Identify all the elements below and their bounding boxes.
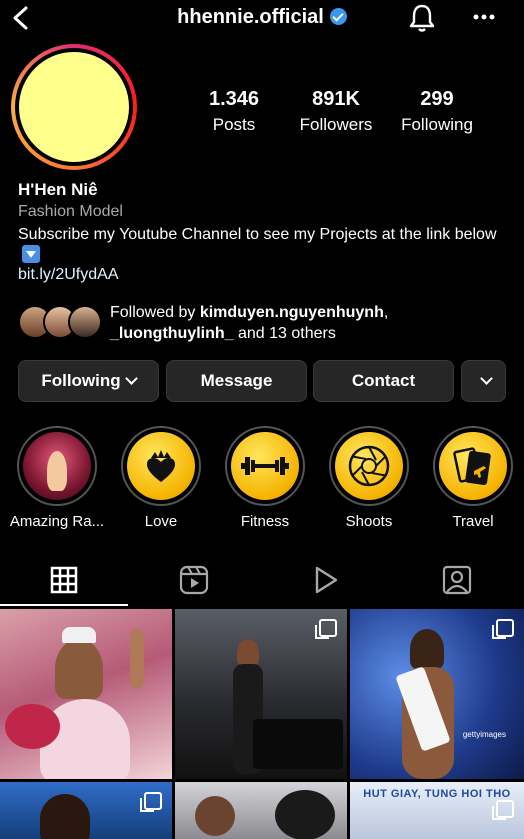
- more-options-icon[interactable]: [470, 6, 498, 28]
- message-button[interactable]: Message: [166, 360, 307, 402]
- highlight-cover: [127, 432, 195, 500]
- chevron-down-icon: [480, 372, 493, 385]
- highlight-label: Fitness: [240, 513, 290, 530]
- post-thumbnail[interactable]: gettyimages: [350, 609, 524, 779]
- suggested-accounts-button[interactable]: [461, 360, 506, 402]
- followers-label: Followers: [299, 115, 373, 134]
- highlight-cover: [439, 432, 507, 500]
- profile-bio: Subscribe my Youtube Channel to see my P…: [18, 224, 508, 266]
- passport-icon: [453, 447, 491, 485]
- crown-heart-icon: [147, 450, 175, 482]
- multiple-photos-icon: [492, 619, 514, 639]
- followed-by-prefix: Followed by: [110, 304, 200, 321]
- highlight-travel[interactable]: [433, 426, 513, 506]
- profile-category: Fashion Model: [18, 203, 123, 220]
- posts-count: 1.346: [208, 88, 260, 110]
- getty-watermark: gettyimages: [462, 730, 506, 739]
- follower-avatar: [68, 305, 102, 339]
- highlight-label: Amazing Ra...: [9, 513, 105, 530]
- posts-label: Posts: [212, 115, 256, 134]
- post-thumbnail[interactable]: [0, 609, 172, 779]
- highlight-label: Love: [144, 513, 178, 530]
- multiple-photos-icon: [140, 792, 162, 812]
- stat-posts[interactable]: 1.346 Posts: [179, 88, 289, 135]
- following-label: Following: [401, 115, 473, 134]
- dumbbell-icon: [241, 457, 289, 475]
- down-arrow-emoji-icon: [22, 245, 40, 263]
- aperture-icon: [348, 445, 390, 487]
- bio-link[interactable]: bit.ly/2UfydAA: [18, 266, 118, 284]
- message-button-label: Message: [200, 371, 273, 390]
- post-banner-text: HUT GIAY, TUNG HOI THO: [363, 788, 511, 800]
- highlight-label: Shoots: [345, 513, 393, 530]
- post-thumbnail[interactable]: [175, 609, 347, 779]
- following-count: 299: [420, 88, 454, 110]
- video-play-icon[interactable]: [305, 562, 345, 598]
- highlight-love[interactable]: [121, 426, 201, 506]
- bio-text: Subscribe my Youtube Channel to see my P…: [18, 226, 497, 243]
- multiple-photos-icon: [315, 619, 337, 639]
- following-button-label: Following: [41, 371, 121, 390]
- verified-badge-icon: [329, 8, 347, 25]
- following-button[interactable]: Following: [18, 360, 159, 402]
- highlight-fitness[interactable]: [225, 426, 305, 506]
- contact-button-label: Contact: [351, 371, 416, 390]
- contact-button[interactable]: Contact: [313, 360, 454, 402]
- multiple-photos-icon: [492, 800, 514, 820]
- highlight-cover: [335, 432, 403, 500]
- profile-username: hhennie.official: [0, 6, 524, 29]
- grid-icon[interactable]: [44, 562, 84, 598]
- profile-display-name: H'Hen Niê: [18, 180, 98, 199]
- highlight-amazing-race[interactable]: [17, 426, 97, 506]
- tagged-icon[interactable]: [437, 562, 477, 598]
- followed-by-separator: ,: [383, 304, 389, 321]
- post-thumbnail[interactable]: [175, 782, 347, 839]
- highlight-cover-photo: [23, 432, 91, 500]
- profile-avatar[interactable]: [11, 44, 137, 170]
- notification-bell-icon[interactable]: [406, 2, 438, 34]
- stat-following[interactable]: 299 Following: [382, 88, 492, 135]
- followed-by-user: _luongthuylinh_: [110, 325, 234, 342]
- followed-by-text[interactable]: Followed by kimduyen.nguyenhuynh, _luongt…: [110, 302, 510, 344]
- highlight-shoots[interactable]: [329, 426, 409, 506]
- followers-count: 891K: [312, 88, 360, 110]
- username-text: hhennie.official: [177, 6, 324, 28]
- post-thumbnail[interactable]: HUT GIAY, TUNG HOI THO: [350, 782, 524, 839]
- avatar-image: [19, 52, 129, 162]
- followed-by-user: kimduyen.nguyenhuynh: [199, 304, 384, 321]
- reels-icon[interactable]: [174, 562, 214, 598]
- stat-followers[interactable]: 891K Followers: [281, 88, 391, 135]
- post-thumbnail[interactable]: [0, 782, 172, 839]
- highlight-label: Travel: [452, 513, 494, 530]
- highlight-cover: [231, 432, 299, 500]
- active-tab-indicator: [0, 604, 128, 606]
- followed-by-suffix: and 13 others: [233, 325, 336, 342]
- chevron-down-icon: [124, 372, 138, 385]
